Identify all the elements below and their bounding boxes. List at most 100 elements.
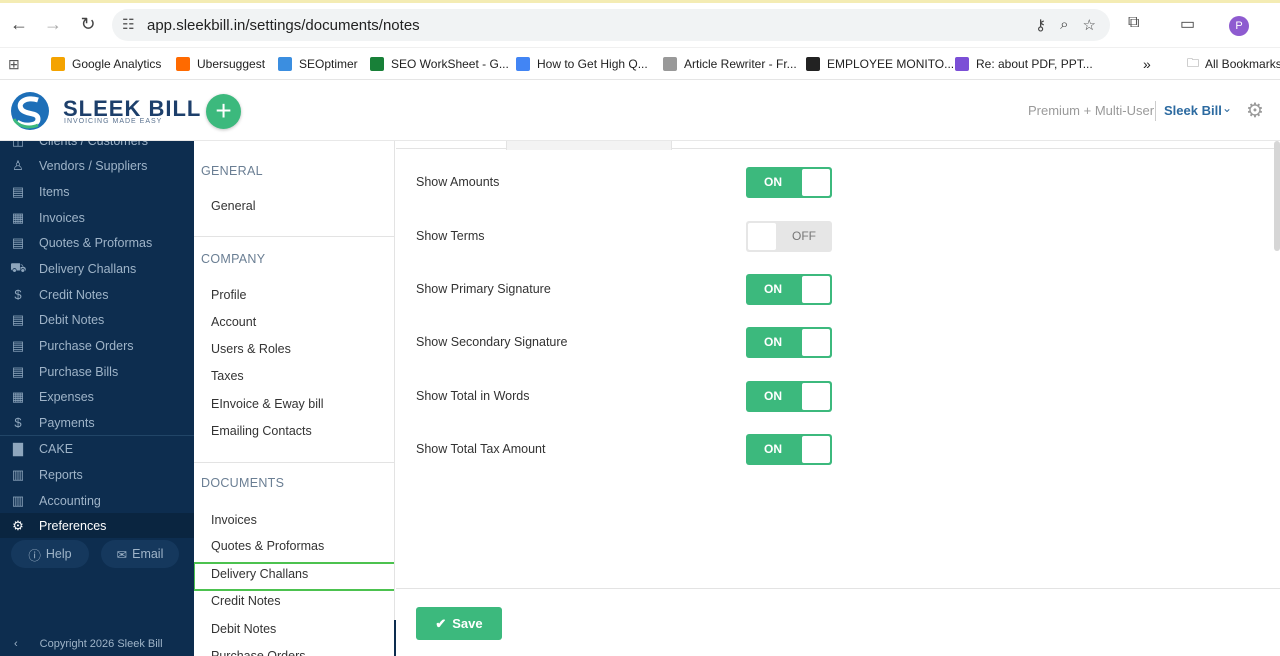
purchase-orders-icon: ▤ [11,337,25,353]
subnav-item-taxes[interactable]: Taxes [211,369,244,383]
email-button[interactable]: ✉ Email [101,540,179,568]
subnav-item-general[interactable]: General [211,199,255,213]
settings-panel: Show Amounts ON Show Terms OFF Show Primary … [396,141,1280,656]
toggle-show-total-tax-amount[interactable]: ON [746,434,832,465]
bookmark-label: Re: about PDF, PPT... [976,57,1093,71]
purchase-bills-icon: ▤ [11,363,25,379]
bookmark-seoptimer[interactable]: SEOptimer [278,55,358,73]
sidebar-item-preferences[interactable]: ⚙ Preferences [0,513,194,538]
tab-search-icon[interactable]: ▭ [1180,14,1195,34]
sidebar-item-label: Purchase Orders [39,338,134,353]
sidebar-item-label: Quotes & Proformas [39,235,153,250]
toggle-show-primary-signature[interactable]: ON [746,274,832,305]
toggle-knob [748,223,776,250]
settings-subnav: GENERAL General COMPANY Profile Account Us… [194,141,395,656]
more-bookmarks-chevron-icon[interactable]: » [1143,55,1151,73]
toggle-state-label: OFF [792,229,816,243]
subnav-item-debit-notes[interactable]: Debit Notes [211,622,276,636]
copyright-text: Copyright 2026 Sleek Bill [39,637,163,650]
bookmark-google-analytics[interactable]: Google Analytics [51,55,161,73]
sidebar-item-label: Expenses [39,389,94,404]
sidebar-item-credit-notes[interactable]: $ Credit Notes [0,282,194,307]
bookmark-favicon-icon [370,57,384,71]
sidebar-item-label: Payments [39,415,95,430]
plan-label: Premium + Multi-User [1028,103,1155,118]
bookmark-star-icon[interactable]: ☆ [1083,16,1096,34]
help-button[interactable]: ⓘ Help [11,540,89,568]
url-text[interactable]: app.sleekbill.in/settings/documents/note… [147,17,420,34]
subnav-item-emailing-contacts[interactable]: Emailing Contacts [211,424,312,438]
bookmark-how-to-get-high-q[interactable]: How to Get High Q... [516,55,648,73]
toggle-show-terms[interactable]: OFF [746,221,832,252]
tab-active[interactable] [506,141,672,150]
sidebar-item-reports[interactable]: ▥ Reports [0,462,194,487]
toggle-state-label: ON [764,175,782,189]
sidebar-item-invoices[interactable]: ▦ Invoices [0,205,194,230]
sidebar-item-debit-notes[interactable]: ▤ Debit Notes [0,307,194,332]
toggle-show-total-in-words[interactable]: ON [746,381,832,412]
header-divider [1155,101,1156,121]
subnav-item-account[interactable]: Account [211,315,256,329]
section-head-documents: DOCUMENTS [201,476,285,490]
sidebar-divider [0,435,194,436]
expenses-icon: ▦ [11,388,25,404]
sidebar-item-clients-customers[interactable]: ◫ Clients / Customers [0,141,194,153]
sidebar-item-vendors-suppliers[interactable]: ♙ Vendors / Suppliers [0,153,194,178]
sidebar-item-label: Debit Notes [39,312,105,327]
subnav-item-quotes-proformas[interactable]: Quotes & Proformas [211,539,324,553]
tab-strip [396,141,1280,150]
bookmark-ubersuggest[interactable]: Ubersuggest [176,55,265,73]
all-bookmarks-button[interactable]: 🗀 All Bookmarks [1187,55,1280,73]
sidebar-item-purchase-bills[interactable]: ▤ Purchase Bills [0,359,194,384]
sidebar-item-label: Credit Notes [39,287,109,302]
sidebar-item-expenses[interactable]: ▦ Expenses [0,384,194,409]
toggle-show-secondary-signature[interactable]: ON [746,327,832,358]
subnav-item-invoices[interactable]: Invoices [211,513,257,527]
quick-add-button[interactable]: + [206,94,241,129]
chevron-down-icon[interactable]: ⌄ [1222,101,1232,115]
profile-avatar[interactable]: P [1229,16,1249,36]
bookmark-seo-worksheet-g[interactable]: SEO WorkSheet - G... [370,55,509,73]
sidebar-item-quotes-proformas[interactable]: ▤ Quotes & Proformas [0,230,194,255]
sidebar-item-delivery-challans[interactable]: ⛟ Delivery Challans [0,256,194,281]
sidebar-item-purchase-orders[interactable]: ▤ Purchase Orders [0,333,194,358]
site-settings-icon[interactable]: ☷ [122,16,135,33]
subnav-item-users-roles[interactable]: Users & Roles [211,342,291,356]
collapse-chevron-icon[interactable]: ‹ [14,638,18,650]
toggle-show-amounts[interactable]: ON [746,167,832,198]
bookmarks-bar: ⊞ Google Analytics Ubersuggest SEOptimer SE… [0,48,1280,80]
apps-grid-icon[interactable]: ⊞ [8,55,20,73]
bookmark-label: How to Get High Q... [537,57,648,71]
bookmark-label: SEOptimer [299,57,358,71]
gear-icon[interactable]: ⚙ [1246,98,1264,123]
address-bar[interactable]: ☷ app.sleekbill.in/settings/documents/no… [112,9,1110,41]
company-switcher[interactable]: Sleek Bill [1164,103,1222,118]
bookmark-employee-monito[interactable]: EMPLOYEE MONITO... [806,55,954,73]
password-key-icon[interactable]: ⚷ [1035,16,1046,34]
subnav-item-einvoice-eway-bill[interactable]: EInvoice & Eway bill [211,397,324,411]
sidebar-item-payments[interactable]: $ Payments [0,410,194,435]
bookmark-favicon-icon [51,57,65,71]
forward-arrow-icon[interactable]: → [43,14,63,34]
subnav-item-purchase-orders[interactable]: Purchase Orders [211,649,305,656]
sleek-bill-logo-icon[interactable] [8,91,52,131]
zoom-icon[interactable]: ⌕ [1060,16,1068,34]
sidebar-footer: ‹ Copyright 2026 Sleek Bill [0,631,194,656]
subnav-item-profile[interactable]: Profile [211,288,246,302]
bookmark-label: Article Rewriter - Fr... [684,57,797,71]
subnav-item-credit-notes[interactable]: Credit Notes [211,594,280,608]
scrollbar[interactable] [1274,141,1280,251]
quotes-proformas-icon: ▤ [11,234,25,250]
extensions-icon[interactable]: ⧉ [1128,14,1139,32]
back-arrow-icon[interactable]: ← [9,14,29,34]
sidebar-item-accounting[interactable]: ▥ Accounting [0,488,194,513]
email-label: Email [132,547,164,561]
sidebar-item-label: Invoices [39,210,85,225]
save-button[interactable]: ✔ Save [416,607,502,640]
sidebar-item-items[interactable]: ▤ Items [0,179,194,204]
sidebar-item-cake[interactable]: ▇ CAKE [0,436,194,461]
bookmark-article-rewriter-fr[interactable]: Article Rewriter - Fr... [663,55,797,73]
reload-icon[interactable]: ↻ [78,14,98,34]
bookmark-label: EMPLOYEE MONITO... [827,57,955,71]
bookmark-re-about-pdf-ppt[interactable]: Re: about PDF, PPT... [955,55,1093,73]
